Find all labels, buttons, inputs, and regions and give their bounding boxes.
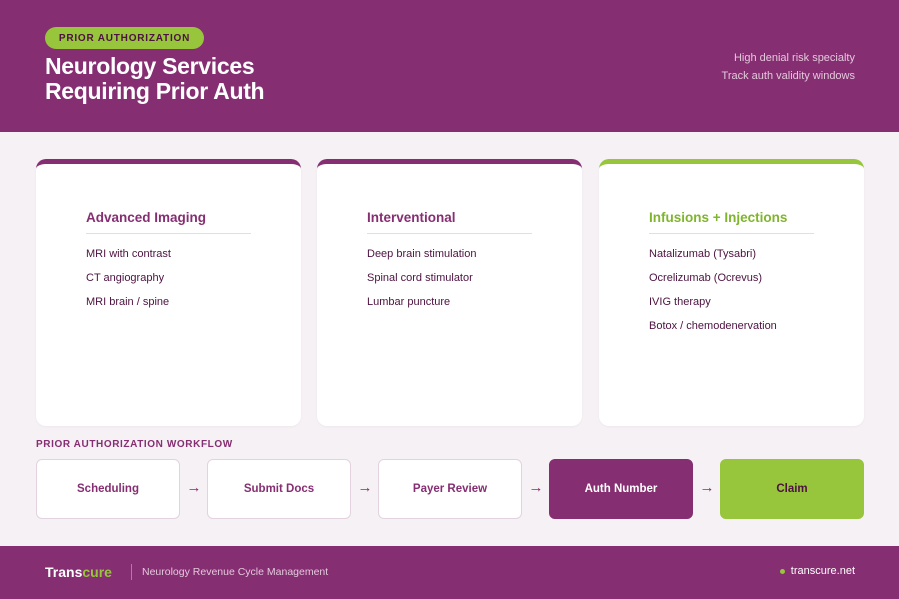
card-list: MRI with contrast CT angiography MRI bra… <box>86 248 171 320</box>
workflow-step-claim: Claim <box>720 459 864 519</box>
card-interventional: Interventional Deep brain stimulation Sp… <box>317 159 582 426</box>
arrow-right-icon: → <box>699 479 715 496</box>
footer-subtitle: Neurology Revenue Cycle Management <box>142 566 329 578</box>
header-notes: High denial risk specialty Track auth va… <box>722 49 855 85</box>
brand-logo: Transcure <box>45 564 112 580</box>
card-infusions-injections: Infusions + Injections Natalizumab (Tysa… <box>599 159 864 426</box>
list-item: CT angiography <box>86 272 165 284</box>
list-item: Natalizumab (Tysabri) <box>649 248 756 260</box>
card-title: Advanced Imaging <box>86 210 251 234</box>
list-item: Botox / chemodenervation <box>649 320 777 332</box>
card-list: Natalizumab (Tysabri) Ocrelizumab (Ocrev… <box>649 248 777 344</box>
list-item: IVIG therapy <box>649 296 711 308</box>
list-item: Deep brain stimulation <box>367 248 477 260</box>
list-item: Spinal cord stimulator <box>367 272 473 284</box>
header-note-1: High denial risk specialty <box>733 52 855 64</box>
arrow-right-icon: → <box>528 479 544 496</box>
footer-site-link[interactable]: transcure.net <box>779 565 855 577</box>
workflow-label: PRIOR AUTHORIZATION WORKFLOW <box>36 439 233 450</box>
bullet-dot-icon <box>779 568 785 574</box>
arrow-right-icon: → <box>186 479 202 496</box>
page-title-line-2: Requiring Prior Auth <box>45 78 265 104</box>
category-badge: PRIOR AUTHORIZATION <box>45 27 204 49</box>
header-note-2: Track auth validity windows <box>721 70 855 82</box>
list-item: MRI brain / spine <box>86 296 170 308</box>
list-item: Lumbar puncture <box>367 296 451 308</box>
site-url[interactable]: transcure.net <box>791 565 855 577</box>
workflow-step-submit-docs: Submit Docs <box>207 459 351 519</box>
list-item: Ocrelizumab (Ocrevus) <box>649 272 763 284</box>
page-title: Neurology Services Requiring Prior Auth <box>45 53 265 104</box>
footer-divider <box>131 564 132 580</box>
page-title-line-1: Neurology Services <box>45 53 255 79</box>
arrow-right-icon: → <box>357 479 373 496</box>
brand-main: Trans <box>45 564 83 580</box>
card-title: Interventional <box>367 210 532 234</box>
list-item: MRI with contrast <box>86 248 171 260</box>
workflow-step-payer-review: Payer Review <box>378 459 522 519</box>
header-banner: PRIOR AUTHORIZATION Neurology Services R… <box>0 0 899 132</box>
card-title: Infusions + Injections <box>649 210 814 234</box>
footer-bar: Transcure Neurology Revenue Cycle Manage… <box>0 546 899 599</box>
brand-accent: cure <box>82 564 112 580</box>
workflow-step-auth-number: Auth Number <box>549 459 693 519</box>
workflow-step-scheduling: Scheduling <box>36 459 180 519</box>
card-list: Deep brain stimulation Spinal cord stimu… <box>367 248 476 320</box>
card-advanced-imaging: Advanced Imaging MRI with contrast CT an… <box>36 159 301 426</box>
